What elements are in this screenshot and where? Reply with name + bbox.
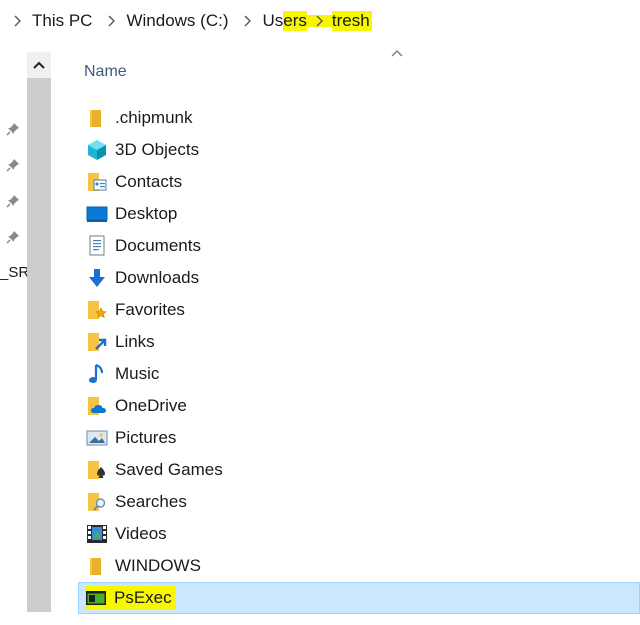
file-name: Links (115, 332, 155, 351)
3d-objects-icon (86, 139, 108, 161)
chevron-right-icon[interactable] (104, 14, 118, 28)
saved-games-icon (86, 459, 108, 481)
list-item[interactable]: .chipmunk (78, 102, 640, 134)
file-name: Documents (115, 236, 201, 255)
breadcrumb-item-users[interactable]: Us ers tresh (262, 11, 372, 31)
nav-item-truncated[interactable]: _SRS (0, 264, 27, 281)
file-list: .chipmunk 3D Objects Contacts Desktop Do… (78, 102, 640, 614)
downloads-icon (86, 267, 108, 289)
file-name: Contacts (115, 172, 183, 191)
music-icon (86, 363, 108, 385)
list-item[interactable]: Pictures (78, 422, 640, 454)
breadcrumb-item-current[interactable]: tresh (331, 11, 372, 31)
list-item[interactable]: Videos (78, 518, 640, 550)
list-item[interactable]: Desktop (78, 198, 640, 230)
breadcrumb-users-highlight: ers (283, 11, 307, 31)
list-item[interactable]: WINDOWS (78, 550, 640, 582)
pin-icon[interactable] (5, 193, 21, 209)
chevron-right-icon[interactable] (10, 14, 24, 28)
breadcrumb: This PC Windows (C:) Us ers tresh (0, 0, 640, 42)
chevron-right-icon[interactable] (240, 14, 254, 28)
list-item-selected[interactable]: PsExec (78, 582, 640, 614)
file-name: OneDrive (115, 396, 187, 415)
contacts-folder-icon (86, 171, 108, 193)
file-name: Music (115, 364, 160, 383)
file-name: Favorites (115, 300, 185, 319)
pin-icon[interactable] (5, 157, 21, 173)
list-item[interactable]: Favorites (78, 294, 640, 326)
file-name: Pictures (115, 428, 177, 447)
file-name: .chipmunk (115, 108, 193, 127)
breadcrumb-users-plain: Us (262, 11, 284, 30)
list-item[interactable]: Links (78, 326, 640, 358)
highlight-mark: PsExec (85, 586, 176, 610)
list-item[interactable]: Saved Games (78, 454, 640, 486)
file-name: Searches (115, 492, 187, 511)
onedrive-icon (86, 395, 108, 417)
searches-folder-icon (86, 491, 108, 513)
nav-scrollbar-thumb[interactable] (27, 78, 51, 612)
links-folder-icon (86, 331, 108, 353)
list-item[interactable]: 3D Objects (78, 134, 640, 166)
scroll-up-arrow-icon[interactable] (27, 52, 51, 78)
pin-icon[interactable] (5, 229, 21, 245)
list-item[interactable]: Music (78, 358, 640, 390)
file-name: 3D Objects (115, 140, 200, 159)
videos-icon (86, 523, 108, 545)
file-name: PsExec (114, 588, 172, 607)
list-item[interactable]: OneDrive (78, 390, 640, 422)
file-name: Downloads (115, 268, 200, 287)
list-item[interactable]: Searches (78, 486, 640, 518)
pictures-icon (86, 427, 108, 449)
desktop-icon (86, 203, 108, 225)
executable-icon (85, 587, 107, 609)
list-item[interactable]: Downloads (78, 262, 640, 294)
breadcrumb-item-this-pc[interactable]: This PC (32, 11, 92, 31)
pin-icon[interactable] (5, 121, 21, 137)
chevron-right-icon[interactable] (306, 15, 332, 27)
breadcrumb-item-windows-c[interactable]: Windows (C:) (126, 11, 228, 31)
file-name: Videos (115, 524, 167, 543)
file-name: Saved Games (115, 460, 223, 479)
list-item[interactable]: Contacts (78, 166, 640, 198)
file-name: Desktop (115, 204, 178, 223)
file-name: WINDOWS (115, 556, 201, 575)
column-header-name[interactable]: Name (84, 63, 127, 81)
folder-icon (86, 555, 108, 577)
navigation-pane: _SRS (0, 52, 52, 625)
list-item[interactable]: Documents (78, 230, 640, 262)
folder-icon (86, 107, 108, 129)
favorites-folder-icon (86, 299, 108, 321)
documents-icon (86, 235, 108, 257)
sort-ascending-icon (391, 50, 403, 57)
